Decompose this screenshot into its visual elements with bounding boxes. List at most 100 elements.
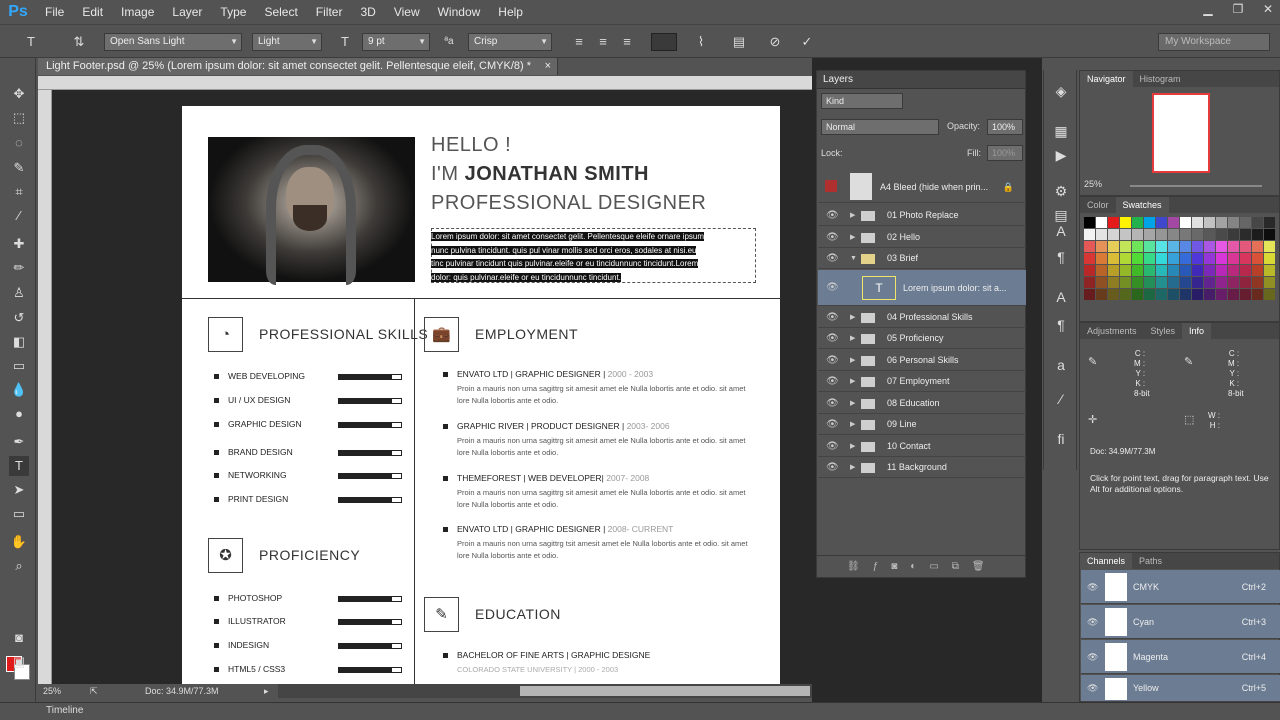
- color-swatch[interactable]: [1216, 241, 1227, 252]
- menu-file[interactable]: File: [36, 0, 73, 24]
- color-swatch[interactable]: [1108, 229, 1119, 240]
- pen-tool-icon[interactable]: ✒: [9, 432, 29, 452]
- nav-zoom-slider[interactable]: [1130, 185, 1262, 187]
- color-swatch[interactable]: [1144, 229, 1155, 240]
- close-icon[interactable]: ✕: [1260, 2, 1276, 16]
- align-center-icon[interactable]: ≡: [594, 33, 612, 51]
- antialias-select[interactable]: Crisp ▼: [468, 33, 552, 51]
- character-icon[interactable]: A: [1052, 222, 1070, 240]
- minimize-icon[interactable]: ▁: [1200, 2, 1216, 16]
- color-swatch[interactable]: [1084, 265, 1095, 276]
- history-icon[interactable]: ▦: [1052, 122, 1070, 140]
- color-swatch[interactable]: [1120, 241, 1131, 252]
- color-swatch[interactable]: [1192, 289, 1203, 300]
- color-swatch[interactable]: [1132, 265, 1143, 276]
- menu-layer[interactable]: Layer: [163, 0, 211, 24]
- color-swatch[interactable]: [1096, 241, 1107, 252]
- menu-filter[interactable]: Filter: [307, 0, 352, 24]
- color-swatch[interactable]: [1084, 253, 1095, 264]
- 3d-icon[interactable]: ⚙: [1052, 182, 1070, 200]
- color-swatch[interactable]: [1108, 253, 1119, 264]
- color-swatch[interactable]: [1120, 253, 1131, 264]
- font-size-select[interactable]: 9 pt ▼: [362, 33, 430, 51]
- color-swatch[interactable]: [1204, 277, 1215, 288]
- color-swatch[interactable]: [1168, 265, 1179, 276]
- color-swatch[interactable]: [1144, 265, 1155, 276]
- color-swatch[interactable]: [1084, 241, 1095, 252]
- path-select-tool-icon[interactable]: ➤: [9, 480, 29, 500]
- color-swatch[interactable]: [1216, 289, 1227, 300]
- tab-info[interactable]: Info: [1182, 323, 1212, 339]
- color-swatch[interactable]: [1156, 265, 1167, 276]
- color-swatch[interactable]: [1144, 277, 1155, 288]
- layer-group-row[interactable]: 👁 ▶ 04 Professional Skills: [818, 307, 1026, 328]
- layer-row[interactable]: A4 Bleed (hide when prin... 🔒: [818, 171, 1026, 203]
- color-swatch[interactable]: [1240, 241, 1251, 252]
- tab-navigator[interactable]: Navigator: [1080, 71, 1133, 87]
- color-swatch[interactable]: [1264, 217, 1275, 228]
- brush-icon[interactable]: ⁄: [1052, 390, 1070, 408]
- color-swatch[interactable]: [1252, 229, 1263, 240]
- opacity-field[interactable]: 100%: [987, 119, 1023, 135]
- color-swatch[interactable]: [1144, 241, 1155, 252]
- color-swatch[interactable]: [1192, 265, 1203, 276]
- color-swatch[interactable]: [1096, 289, 1107, 300]
- color-swatch[interactable]: [1180, 241, 1191, 252]
- glyphs-icon[interactable]: a: [1052, 356, 1070, 374]
- color-swatch[interactable]: [1228, 277, 1239, 288]
- color-swatch[interactable]: [1084, 229, 1095, 240]
- color-swatch[interactable]: [1264, 253, 1275, 264]
- color-swatch[interactable]: [1096, 217, 1107, 228]
- color-swatch[interactable]: [1228, 229, 1239, 240]
- color-swatch[interactable]: [1096, 229, 1107, 240]
- color-swatch[interactable]: [1168, 229, 1179, 240]
- color-swatch[interactable]: [1108, 217, 1119, 228]
- fill-field[interactable]: 100%: [987, 145, 1023, 161]
- color-swatch[interactable]: [1204, 241, 1215, 252]
- hand-tool-icon[interactable]: ✋: [9, 532, 29, 552]
- color-swatch[interactable]: [1132, 217, 1143, 228]
- dodge-tool-icon[interactable]: ●: [9, 404, 29, 424]
- eyedropper-tool-icon[interactable]: ⁄: [9, 206, 29, 226]
- font-style-select[interactable]: Light ▼: [252, 33, 322, 51]
- color-swatch[interactable]: [1096, 253, 1107, 264]
- layers-footer-icons[interactable]: ⛓ƒ◙◐▭⧉🗑: [817, 555, 1025, 577]
- channel-row[interactable]: 👁 CMYK Ctrl+2: [1081, 570, 1280, 604]
- menu-select[interactable]: Select: [255, 0, 306, 24]
- history-brush-tool-icon[interactable]: ↺: [9, 308, 29, 328]
- export-icon[interactable]: ⇱: [90, 684, 98, 698]
- color-swatch[interactable]: [1180, 265, 1191, 276]
- color-swatch[interactable]: [1120, 217, 1131, 228]
- color-swatch[interactable]: [1144, 289, 1155, 300]
- color-swatch[interactable]: [1252, 265, 1263, 276]
- menu-window[interactable]: Window: [429, 0, 490, 24]
- tab-histogram[interactable]: Histogram: [1133, 71, 1188, 87]
- color-swatch[interactable]: [1228, 265, 1239, 276]
- color-swatch[interactable]: [1156, 229, 1167, 240]
- color-swatch[interactable]: [1228, 289, 1239, 300]
- color-swatch[interactable]: [1156, 241, 1167, 252]
- paragraph-styles-icon[interactable]: ¶: [1052, 316, 1070, 334]
- scrollbar-thumb[interactable]: [520, 686, 810, 696]
- brush-tool-icon[interactable]: ✏: [9, 258, 29, 278]
- color-swatch[interactable]: [1168, 241, 1179, 252]
- color-swatch[interactable]: [1228, 241, 1239, 252]
- color-swatch[interactable]: [1216, 229, 1227, 240]
- color-swatch[interactable]: [1108, 277, 1119, 288]
- color-swatch[interactable]: [1204, 229, 1215, 240]
- layer-group-row[interactable]: 👁 ▶ 01 Photo Replace: [818, 205, 1026, 226]
- color-swatch[interactable]: [1252, 253, 1263, 264]
- timeline-panel[interactable]: Timeline: [0, 702, 1280, 720]
- color-swatch[interactable]: [1216, 253, 1227, 264]
- color-swatch[interactable]: [1156, 253, 1167, 264]
- font-family-select[interactable]: Open Sans Light ▼: [104, 33, 242, 51]
- selected-text-layer[interactable]: 👁 T Lorem ipsum dolor: sit a...: [818, 270, 1026, 306]
- zoom-level[interactable]: 25%: [43, 684, 61, 698]
- menu-view[interactable]: View: [385, 0, 429, 24]
- align-right-icon[interactable]: ≡: [618, 33, 636, 51]
- color-swatch[interactable]: [1180, 217, 1191, 228]
- color-swatch[interactable]: [1168, 289, 1179, 300]
- color-swatch[interactable]: [1264, 241, 1275, 252]
- color-swatch[interactable]: [1204, 253, 1215, 264]
- eraser-tool-icon[interactable]: ◧: [9, 332, 29, 352]
